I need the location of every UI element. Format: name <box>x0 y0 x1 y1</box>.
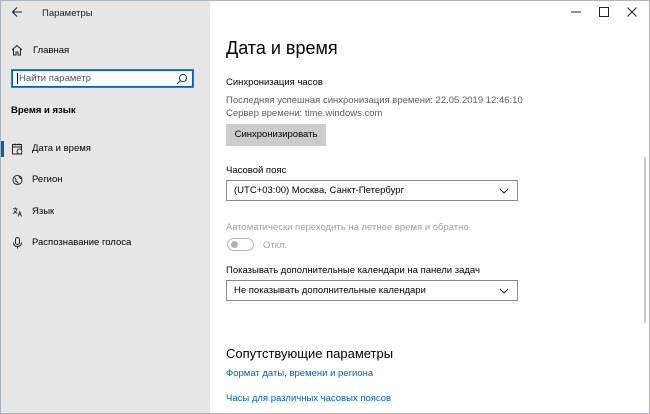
main-content: Дата и время Синхронизация часов Последн… <box>210 1 649 413</box>
maximize-icon <box>599 7 609 17</box>
dst-label: Автоматически переходить на летнее время… <box>226 222 469 233</box>
sidebar: Параметры Главная Найти параметр Время и… <box>1 1 210 413</box>
calendars-value: Не показывать дополнительные календари <box>234 285 426 296</box>
sidebar-home[interactable]: Главная <box>11 42 69 58</box>
minimize-button[interactable] <box>562 1 590 23</box>
sidebar-home-label: Главная <box>33 44 70 56</box>
calendars-label: Показывать дополнительные календари на п… <box>226 265 480 276</box>
sidebar-item-label: Регион <box>32 174 63 185</box>
back-arrow-icon <box>11 7 22 17</box>
search-icon[interactable] <box>176 73 188 85</box>
chevron-down-icon <box>499 188 509 194</box>
calendars-dropdown[interactable]: Не показывать дополнительные календари <box>226 280 518 301</box>
additional-clocks-link[interactable]: Часы для различных часовых поясов <box>226 393 391 404</box>
sync-heading: Синхронизация часов <box>226 77 323 88</box>
calendar-clock-icon <box>12 143 23 155</box>
last-sync-text: Последняя успешная синхронизация времени… <box>226 95 523 106</box>
search-input[interactable]: Найти параметр <box>11 69 194 88</box>
language-icon <box>12 207 23 217</box>
text-caret <box>17 73 18 84</box>
timezone-label: Часовой пояс <box>226 165 287 176</box>
sidebar-item-label: Язык <box>32 206 55 217</box>
page-title: Дата и время <box>226 38 338 58</box>
globe-icon <box>12 174 23 186</box>
settings-window: Параметры Главная Найти параметр Время и… <box>0 0 650 414</box>
scrollbar[interactable] <box>644 157 646 323</box>
window-title: Параметры <box>42 8 93 19</box>
related-settings-heading: Сопутствующие параметры <box>226 346 394 361</box>
microphone-icon <box>13 237 22 249</box>
back-button[interactable] <box>11 5 25 21</box>
time-server-text: Сервер времени: time.windows.com <box>226 108 383 119</box>
home-icon <box>11 44 23 56</box>
sidebar-item-language[interactable]: Язык <box>1 200 210 224</box>
timezone-value: (UTC+03:00) Москва, Санкт-Петербург <box>234 185 405 196</box>
search-placeholder: Найти параметр <box>19 73 91 84</box>
dst-toggle-state: Откл. <box>263 240 288 251</box>
timezone-dropdown[interactable]: (UTC+03:00) Москва, Санкт-Петербург <box>226 180 518 201</box>
selection-indicator <box>1 141 4 157</box>
maximize-button[interactable] <box>590 1 618 23</box>
minimize-icon <box>571 11 581 13</box>
toggle-knob <box>231 241 238 248</box>
chevron-down-icon <box>499 288 509 294</box>
sync-button[interactable]: Синхронизировать <box>226 124 326 146</box>
sidebar-item-label: Распознавание голоса <box>32 237 132 248</box>
sidebar-item-date-time[interactable]: Дата и время <box>1 137 210 161</box>
close-button[interactable] <box>618 1 646 23</box>
sidebar-item-label: Дата и время <box>32 143 91 154</box>
sidebar-item-speech[interactable]: Распознавание голоса <box>1 231 210 255</box>
close-icon <box>627 7 637 17</box>
category-heading: Время и язык <box>11 105 76 116</box>
sidebar-item-region[interactable]: Регион <box>1 168 210 192</box>
dst-toggle[interactable] <box>227 238 254 251</box>
date-region-format-link[interactable]: Формат даты, времени и региона <box>226 368 373 379</box>
